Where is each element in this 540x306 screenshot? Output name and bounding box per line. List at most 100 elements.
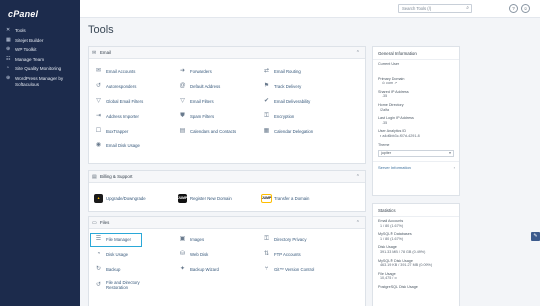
general-information-panel: General Information Current User Primary… [372,46,460,196]
help-icon[interactable]: ? [509,4,518,13]
chevron-up-icon[interactable]: ⌃ [356,47,360,59]
theme-select[interactable]: jupiter ▾ [378,150,454,158]
billing-icon: ▤ [92,174,97,180]
tool-images[interactable]: ▣ Images [178,235,204,244]
billing-panel-header[interactable]: ▤ Billing & Support ⌃ [89,171,365,183]
lock-icon: ⚿ [264,236,269,242]
cpanel-logo[interactable]: cPanel [8,9,38,19]
email-routing-icon: ⇄ [263,68,270,74]
theme-label: Theme [378,142,390,147]
team-icon: ☷ [6,55,11,62]
jump-logo-icon: JUMP [177,194,188,203]
primary-domain-value[interactable]: ⊙ com ↗ [378,81,454,86]
tool-global-email-filters[interactable]: ▽ Global Email Filters [94,97,143,106]
email-panel: ✉ Email ⌃ ✉ Email Accounts ➜ Forwarders ⇄ E… [88,46,366,164]
filter-icon: ▽ [96,98,101,104]
server-information-link[interactable]: Server Information › [373,161,459,173]
sidebar-item-tools[interactable]: ✕ Tools [0,26,80,36]
envelope-icon: ✉ [92,50,97,56]
general-information-title: General Information [373,47,459,60]
sidebar-item-wp-toolkit[interactable]: ⊕ WP Toolkit [0,45,80,55]
stat-email-accounts: Email Accounts 1 / 80 (1.67%) [378,219,404,228]
files-panel-header[interactable]: ▭ Files ⌃ [89,217,365,229]
forwarders-icon: ➜ [179,68,186,74]
disk-usage-icon: ◉ [95,142,102,148]
tool-email-accounts[interactable]: ✉ Email Accounts [94,67,135,76]
web-disk-icon: ⛁ [179,251,186,257]
tool-email-filters[interactable]: ▽ Email Filters [178,97,213,106]
user-analytics-value: ▪ a4d6bb3c-f07d-4291-8 [380,133,420,138]
upgrade-icon: ▲ [94,194,103,203]
stat-disk-usage: Disk Usage 391.33 MB / 78 GB (0.49%) [378,245,426,254]
images-icon: ▣ [179,236,186,242]
ftp-icon: ⇅ [263,251,270,257]
tool-email-disk-usage[interactable]: ◉ Email Disk Usage [94,141,140,150]
tool-register-domain[interactable]: JUMP Register New Domain [177,194,232,203]
sitejet-icon: ▦ [6,36,11,43]
autoresponders-icon: ↺ [95,83,102,89]
tool-backup[interactable]: ↻ Backup [94,265,120,274]
filter-icon: ▽ [180,98,185,104]
sidebar-item-site-quality[interactable]: ◔ Site Quality Monitoring [0,64,80,74]
tool-encryption[interactable]: ⚿ Encryption [262,112,294,121]
backup-wizard-icon: ✦ [179,266,186,272]
tool-address-importer[interactable]: ⇥ Address Importer [94,112,139,121]
spam-filter-icon: ⛊ [180,113,185,119]
tool-default-address[interactable]: @ Default Address [178,82,220,91]
tool-git-version-control[interactable]: ⑂ Git™ Version Control [262,265,315,274]
tool-boxtrapper[interactable]: ☐ BoxTrapper [94,127,129,136]
stat-postgresql-disk-usage: PostgreSQL Disk Usage [378,284,418,289]
chevron-up-icon[interactable]: ⌃ [356,171,360,183]
sidebar: cPanel ✕ Tools ▦ Sitejet Builder ⊕ WP Toolk… [0,0,80,306]
calendar-delegation-icon: ▦ [263,128,270,134]
tool-calendars-contacts[interactable]: ▤ Calendars and Contacts [178,127,236,136]
boxtrapper-icon: ☐ [95,128,102,134]
tool-directory-privacy[interactable]: ⚿ Directory Privacy [262,235,306,244]
file-manager-icon: ☰ [95,236,102,242]
current-user-label: Current User [378,62,400,66]
tool-email-deliverability[interactable]: ✔ Email Deliverability [262,97,310,106]
tool-spam-filters[interactable]: ⛊ Spam Filters [178,112,214,121]
tool-file-restoration[interactable]: ↺ File and Directory Restoration [94,280,140,290]
tool-backup-wizard[interactable]: ✦ Backup Wizard [178,265,219,274]
backup-icon: ↻ [95,266,102,272]
sidebar-nav: ✕ Tools ▦ Sitejet Builder ⊕ WP Toolkit ☷ Man… [0,26,80,89]
tool-upgrade-downgrade[interactable]: ▲ Upgrade/Downgrade [94,194,146,203]
git-icon: ⑂ [264,266,269,272]
tool-disk-usage[interactable]: ◔ Disk Usage [94,250,128,259]
statistics-title: Statistics [373,204,459,217]
shared-ip-value: .35 [382,94,388,99]
search-input[interactable]: Search Tools (/) ⌕ [398,4,472,13]
search-icon: ⌕ [466,5,469,11]
sidebar-item-manage-team[interactable]: ☷ Manage Team [0,55,80,65]
tool-web-disk[interactable]: ⛁ Web Disk [178,250,208,259]
stat-mysql-databases: MySQL® Databases 1 / 80 (1.67%) [378,232,412,241]
tools-icon: ✕ [6,27,11,33]
statistics-panel: Statistics Email Accounts 1 / 80 (1.67%)… [372,203,460,306]
stat-file-usage: File Usage 10,475 / ∞ [378,271,397,281]
sidebar-item-wordpress-manager[interactable]: ⊕ WordPress Manager by Softaculous [0,74,80,89]
edit-icon[interactable]: ✎ [531,232,540,241]
tool-forwarders[interactable]: ➜ Forwarders [178,67,212,76]
chevron-down-icon: ▾ [449,151,451,156]
folder-icon: ▭ [92,220,97,226]
email-panel-header[interactable]: ✉ Email ⌃ [89,47,365,59]
disk-usage-icon: ◔ [96,251,101,257]
stat-mysql-disk-usage: MySQL® Disk Usage 463.19 KB / 391.27 MB … [378,258,433,268]
chevron-up-icon[interactable]: ⌃ [356,217,360,229]
billing-panel: ▤ Billing & Support ⌃ ▲ Upgrade/Downgrad… [88,170,366,212]
tool-autoresponders[interactable]: ↺ Autoresponders [94,82,136,91]
user-icon[interactable]: ☺ [521,4,530,13]
tool-ftp-accounts[interactable]: ⇅ FTP Accounts [262,250,301,259]
tool-track-delivery[interactable]: ⚑ Track Delivery [262,82,302,91]
external-link-icon: ↗ [393,81,398,86]
tool-calendar-delegation[interactable]: ▦ Calendar Delegation [262,127,314,136]
tool-email-routing[interactable]: ⇄ Email Routing [262,67,301,76]
deliverability-icon: ✔ [263,98,270,104]
tool-file-manager[interactable]: ☰ File Manager [94,235,131,244]
tool-transfer-domain[interactable]: JUMP Transfer a Domain [260,194,309,203]
sidebar-item-sitejet[interactable]: ▦ Sitejet Builder [0,36,80,46]
page-title: Tools [88,24,114,36]
top-bar: Search Tools (/) ⌕ ? ☺ [80,0,540,18]
importer-icon: ⇥ [95,113,102,119]
